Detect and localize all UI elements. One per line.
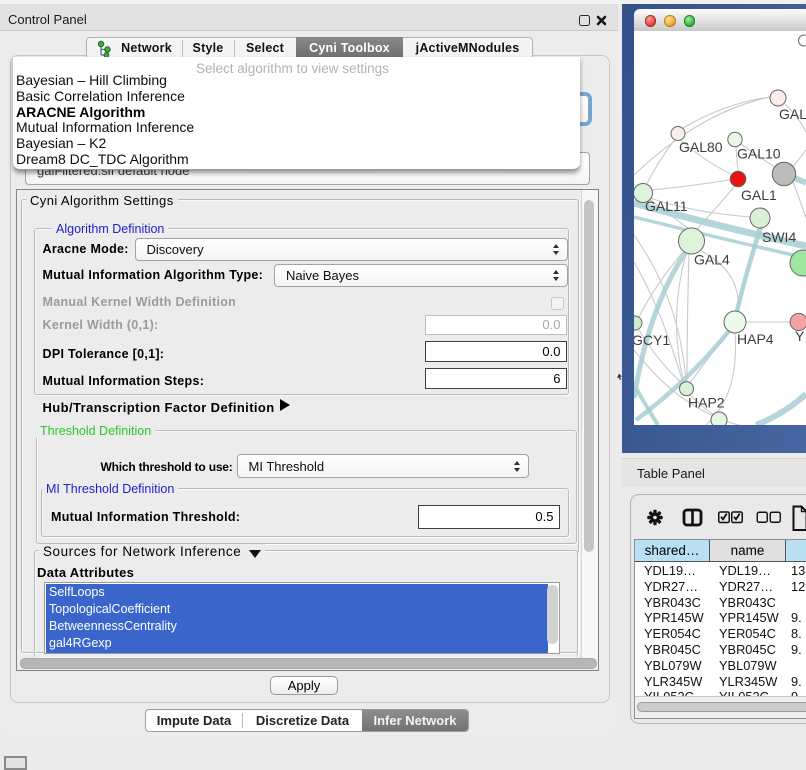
svg-text:GCY1: GCY1 [634, 332, 670, 348]
svg-text:HAP2: HAP2 [688, 395, 725, 411]
svg-text:HAP4: HAP4 [737, 331, 774, 347]
svg-text:Y: Y [795, 328, 805, 344]
svg-text:GAL4: GAL4 [694, 252, 730, 268]
svg-text:GAL80: GAL80 [679, 139, 723, 155]
svg-text:GAL11: GAL11 [645, 198, 688, 214]
svg-text:GAL: GAL [779, 106, 806, 122]
svg-text:SWI4: SWI4 [762, 229, 796, 245]
svg-text:GAL1: GAL1 [741, 187, 777, 203]
svg-text:GAL10: GAL10 [737, 146, 781, 162]
